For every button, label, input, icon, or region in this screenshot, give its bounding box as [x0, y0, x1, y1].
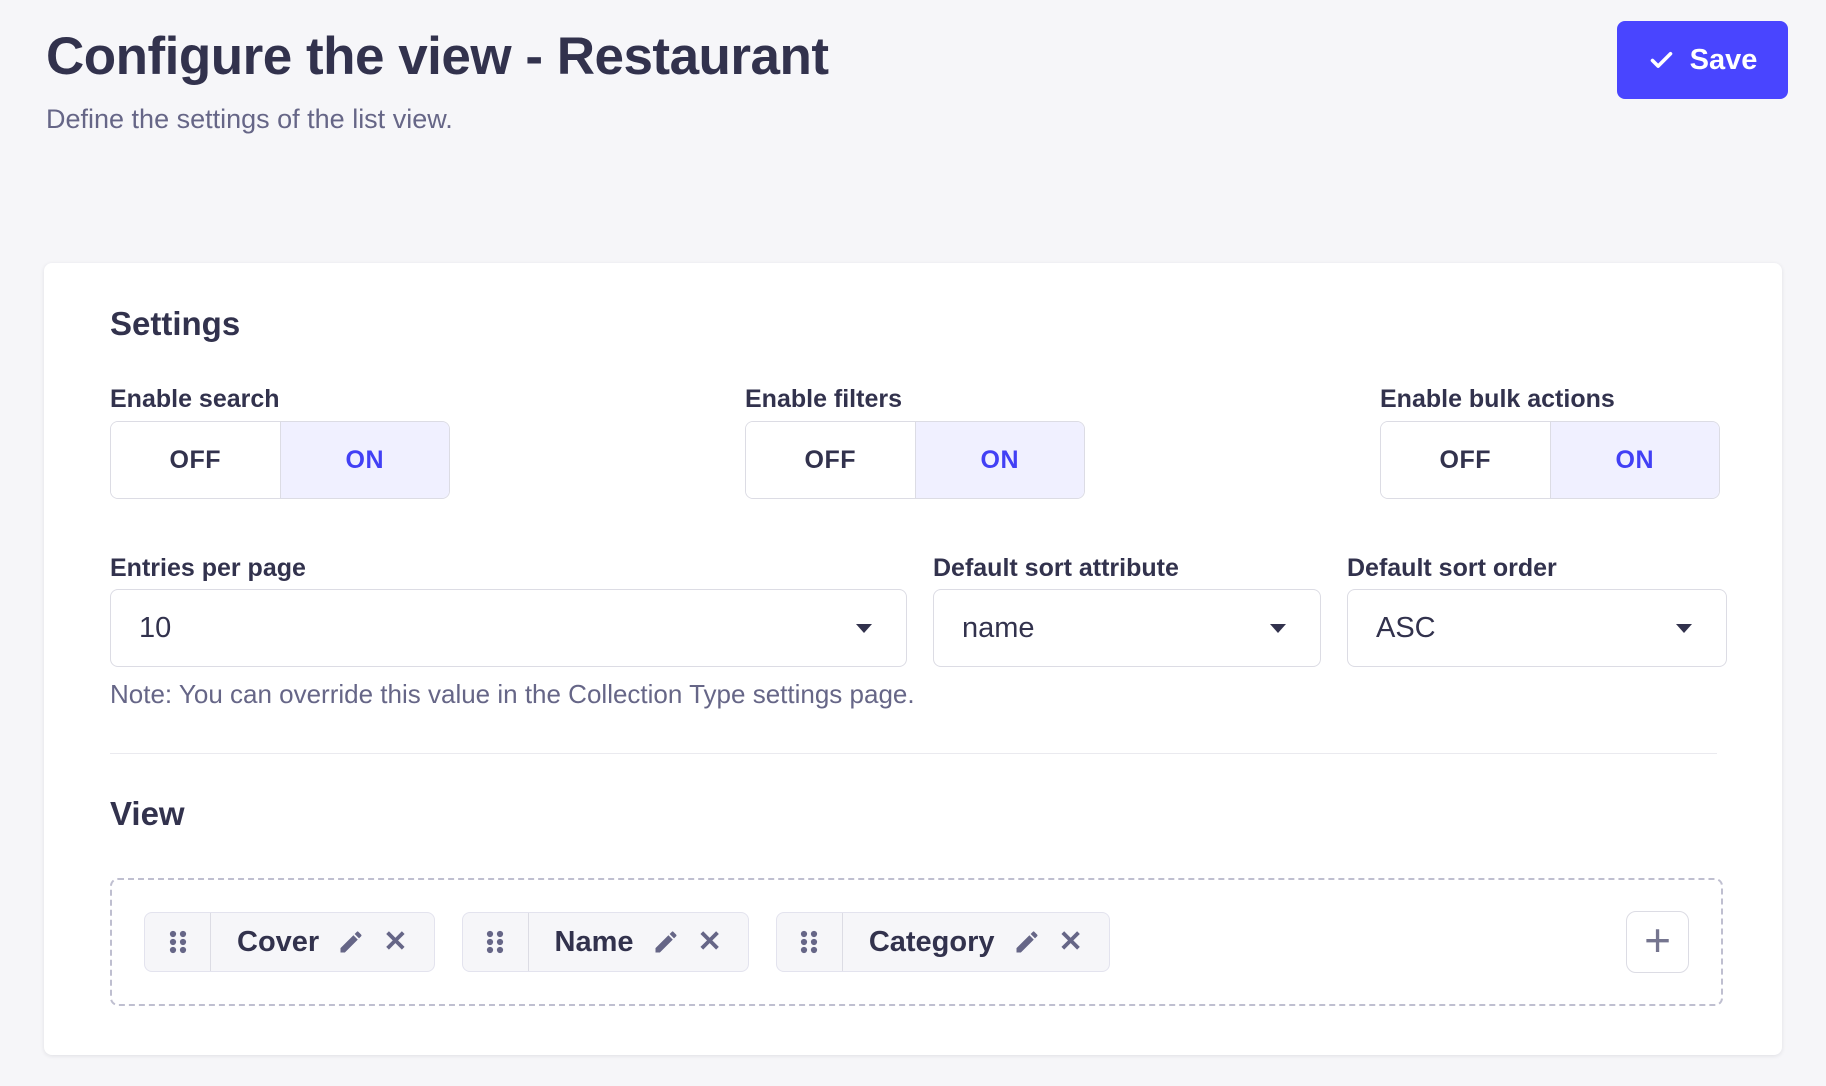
enable-search-toggle: OFF ON: [110, 421, 450, 499]
drag-handle[interactable]: [145, 913, 211, 971]
drag-handle-icon: [484, 926, 506, 958]
field-chip-name[interactable]: Name ✕: [462, 912, 749, 972]
close-icon[interactable]: ✕: [383, 928, 407, 957]
save-button-label: Save: [1690, 44, 1758, 77]
save-button[interactable]: Save: [1617, 21, 1788, 99]
entries-per-page-label: Entries per page: [110, 554, 306, 583]
edit-icon[interactable]: [652, 928, 680, 956]
enable-bulk-actions-label: Enable bulk actions: [1380, 385, 1615, 414]
default-sort-order-value: ASC: [1376, 612, 1436, 645]
settings-section-heading: Settings: [110, 305, 240, 343]
close-icon[interactable]: ✕: [1059, 928, 1083, 957]
enable-filters-label: Enable filters: [745, 385, 902, 414]
drag-handle-icon: [167, 926, 189, 958]
view-fields-dropzone: Cover ✕ Name ✕: [110, 878, 1723, 1006]
entries-per-page-value: 10: [139, 612, 171, 645]
edit-icon[interactable]: [1013, 928, 1041, 956]
field-chip-label: Name: [555, 926, 634, 959]
view-section-heading: View: [110, 795, 185, 833]
enable-filters-on-button[interactable]: ON: [915, 422, 1085, 498]
add-field-button[interactable]: +: [1626, 911, 1689, 973]
field-chip-label: Cover: [237, 926, 319, 959]
default-sort-attribute-value: name: [962, 612, 1035, 645]
drag-handle[interactable]: [777, 913, 843, 971]
drag-handle-icon: [798, 926, 820, 958]
caret-down-icon: [1676, 624, 1692, 633]
settings-card: Settings Enable search Enable filters En…: [44, 263, 1782, 1055]
enable-filters-toggle: OFF ON: [745, 421, 1085, 499]
field-chip-category[interactable]: Category ✕: [776, 912, 1110, 972]
enable-search-on-button[interactable]: ON: [280, 422, 450, 498]
edit-icon[interactable]: [337, 928, 365, 956]
drag-handle[interactable]: [463, 913, 529, 971]
enable-bulk-actions-on-button[interactable]: ON: [1550, 422, 1720, 498]
close-icon[interactable]: ✕: [698, 928, 722, 957]
field-chip-cover[interactable]: Cover ✕: [144, 912, 435, 972]
default-sort-order-label: Default sort order: [1347, 554, 1557, 583]
default-sort-attribute-label: Default sort attribute: [933, 554, 1179, 583]
page-subtitle: Define the settings of the list view.: [46, 104, 453, 135]
page-title: Configure the view - Restaurant: [46, 26, 829, 87]
enable-bulk-actions-off-button[interactable]: OFF: [1381, 422, 1550, 498]
default-sort-attribute-select[interactable]: name: [933, 589, 1321, 667]
caret-down-icon: [856, 624, 872, 633]
entries-per-page-select[interactable]: 10: [110, 589, 907, 667]
section-divider: [110, 753, 1717, 754]
entries-per-page-note: Note: You can override this value in the…: [110, 679, 915, 710]
enable-search-label: Enable search: [110, 385, 280, 414]
field-chip-label: Category: [869, 926, 995, 959]
enable-bulk-actions-toggle: OFF ON: [1380, 421, 1720, 499]
check-icon: [1648, 47, 1675, 74]
default-sort-order-select[interactable]: ASC: [1347, 589, 1727, 667]
enable-search-off-button[interactable]: OFF: [111, 422, 280, 498]
enable-filters-off-button[interactable]: OFF: [746, 422, 915, 498]
caret-down-icon: [1270, 624, 1286, 633]
